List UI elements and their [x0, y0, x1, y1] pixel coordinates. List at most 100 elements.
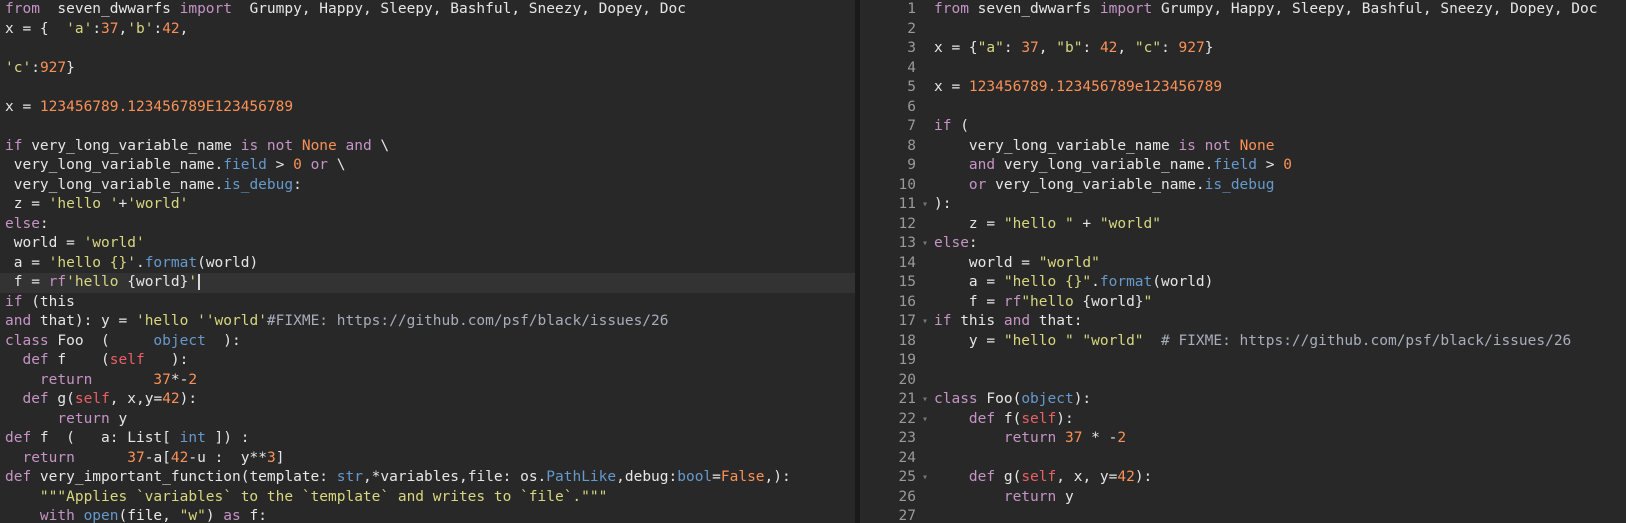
code-token: or: [968, 176, 987, 193]
code-line[interactable]: """Applies `variables` to the `template`…: [0, 488, 855, 508]
code-token: else: [934, 235, 969, 251]
code-line[interactable]: 21 ▾ class Foo(object):: [860, 390, 1626, 410]
code-line[interactable]: world = 'world': [0, 234, 855, 254]
code-line[interactable]: def g(self, x,y=42):: [0, 390, 855, 410]
right-code-area[interactable]: 1 from seven_dwwarfs import Grumpy, Happy…: [860, 0, 1626, 523]
code-line[interactable]: return y: [0, 410, 855, 430]
code-line[interactable]: 6: [860, 98, 1626, 118]
code-token: 'c': [5, 59, 32, 76]
code-line[interactable]: x = 123456789.123456789E123456789: [0, 98, 855, 118]
code-token: ):: [1056, 410, 1074, 427]
code-line[interactable]: with open(file, "w") as f:: [0, 507, 855, 523]
code-token: 927: [1178, 40, 1205, 56]
code-token: :: [293, 176, 302, 193]
line-number: 10: [898, 176, 916, 193]
code-line[interactable]: 19: [860, 351, 1626, 371]
code-token: :: [1082, 40, 1100, 56]
code-line[interactable]: if (this: [0, 293, 855, 313]
code-line[interactable]: 10 or very_long_variable_name.is_debug: [860, 176, 1626, 196]
code-line[interactable]: 25 ▾ def g(self, x, y=42):: [860, 468, 1626, 488]
code-token: (world): [197, 254, 259, 271]
code-line[interactable]: [0, 78, 855, 98]
code-line[interactable]: f = rf'hello {world}': [0, 273, 855, 293]
code-line[interactable]: 18 y = "hello " "world" # FIXME: https:/…: [860, 332, 1626, 352]
code-token: return: [22, 449, 75, 466]
fold-arrow-icon[interactable]: ▾: [922, 312, 934, 332]
code-line[interactable]: def very_important_function(template: st…: [0, 468, 855, 488]
code-token: ):: [934, 196, 952, 212]
code-line[interactable]: return 37*-2: [0, 371, 855, 391]
code-line[interactable]: if very_long_variable_name is not None a…: [0, 137, 855, 157]
line-number: 14: [898, 254, 916, 271]
code-token: is not: [240, 137, 294, 154]
code-line[interactable]: 3 x = {"a": 37, "b": 42, "c": 927}: [860, 39, 1626, 59]
code-line[interactable]: else:: [0, 215, 855, 235]
code-line[interactable]: 'c':927}: [0, 59, 855, 79]
fold-arrow-icon[interactable]: ▾: [922, 195, 934, 215]
code-line[interactable]: very_long_variable_name.is_debug:: [0, 176, 855, 196]
code-line[interactable]: class Foo ( object ):: [0, 332, 855, 352]
code-line[interactable]: 15 a = "hello {}".format(world): [860, 273, 1626, 293]
code-line[interactable]: 1 from seven_dwwarfs import Grumpy, Happy…: [860, 0, 1626, 20]
code-token: "b": [1056, 40, 1083, 56]
code-line[interactable]: 24: [860, 449, 1626, 469]
code-token: import: [1099, 1, 1153, 17]
code-line[interactable]: 12 z = "hello " + "world": [860, 215, 1626, 235]
code-token: class: [5, 332, 49, 349]
fold-arrow-icon[interactable]: ▾: [922, 234, 934, 254]
right-editor-pane[interactable]: 1 from seven_dwwarfs import Grumpy, Happy…: [860, 0, 1626, 523]
code-line[interactable]: from seven_dwwarfs import Grumpy, Happy,…: [0, 0, 855, 20]
code-line[interactable]: 11 ▾):: [860, 195, 1626, 215]
code-line[interactable]: def f ( a: List[ int ]) :: [0, 429, 855, 449]
code-line[interactable]: [0, 39, 855, 59]
code-line[interactable]: 8 very_long_variable_name is not None: [860, 137, 1626, 157]
code-token: this: [951, 313, 1004, 329]
code-line[interactable]: 22 ▾ def f(self):: [860, 410, 1626, 430]
code-token: *-: [170, 371, 189, 388]
code-line[interactable]: very_long_variable_name.field > 0 or \: [0, 156, 855, 176]
code-line[interactable]: 26 return y: [860, 488, 1626, 508]
code-line[interactable]: 20: [860, 371, 1626, 391]
code-line[interactable]: 4: [860, 59, 1626, 79]
code-line[interactable]: 2: [860, 20, 1626, 40]
code-line[interactable]: return 37-a[42-u : y**3]: [0, 449, 855, 469]
fold-arrow-icon[interactable]: ▾: [922, 390, 934, 410]
code-token: 'hello ': [48, 196, 119, 212]
code-line[interactable]: 17 ▾ if this and that:: [860, 312, 1626, 332]
left-code-area[interactable]: from seven_dwwarfs import Grumpy, Happy,…: [0, 0, 855, 523]
code-token: self: [109, 352, 145, 368]
left-editor-pane[interactable]: from seven_dwwarfs import Grumpy, Happy,…: [0, 0, 855, 523]
code-token: False: [720, 469, 765, 485]
code-token: ):: [179, 391, 198, 407]
code-token: , x,y=: [109, 391, 163, 407]
code-line[interactable]: 27: [860, 507, 1626, 523]
code-token: f =: [934, 293, 1004, 310]
code-token: ,: [179, 20, 189, 37]
code-line[interactable]: x = { 'a':37,'b':42,: [0, 20, 855, 40]
fold-arrow-icon[interactable]: ▾: [922, 468, 934, 488]
code-line[interactable]: a = 'hello {}'.format(world): [0, 254, 855, 274]
code-token: very_long_variable_name.: [5, 157, 224, 173]
code-token: , x, y=: [1056, 469, 1118, 485]
code-line[interactable]: 5 x = 123456789.123456789e123456789: [860, 78, 1626, 98]
code-line[interactable]: 16 f = rf"hello {world}": [860, 293, 1626, 313]
code-token: "hello ": [1003, 215, 1074, 232]
code-line[interactable]: z = 'hello '+'world': [0, 195, 855, 215]
code-token: is not: [1178, 137, 1231, 154]
code-token: a =: [934, 274, 1004, 290]
code-line[interactable]: and that): y = 'hello ''world'#FIXME: ht…: [0, 312, 855, 332]
code-line[interactable]: 9 and very_long_variable_name.field > 0: [860, 156, 1626, 176]
code-line[interactable]: 23 return 37 * -2: [860, 429, 1626, 449]
code-token: def: [968, 469, 996, 485]
code-token: +: [1073, 215, 1100, 232]
code-line[interactable]: [0, 117, 855, 137]
code-line[interactable]: 14 world = "world": [860, 254, 1626, 274]
code-token: and: [1003, 313, 1031, 329]
code-line[interactable]: 7 if (: [860, 117, 1626, 137]
code-line[interactable]: def f (self ):: [0, 351, 855, 371]
fold-arrow-icon[interactable]: ▾: [922, 410, 934, 430]
code-line[interactable]: 13 ▾ else:: [860, 234, 1626, 254]
